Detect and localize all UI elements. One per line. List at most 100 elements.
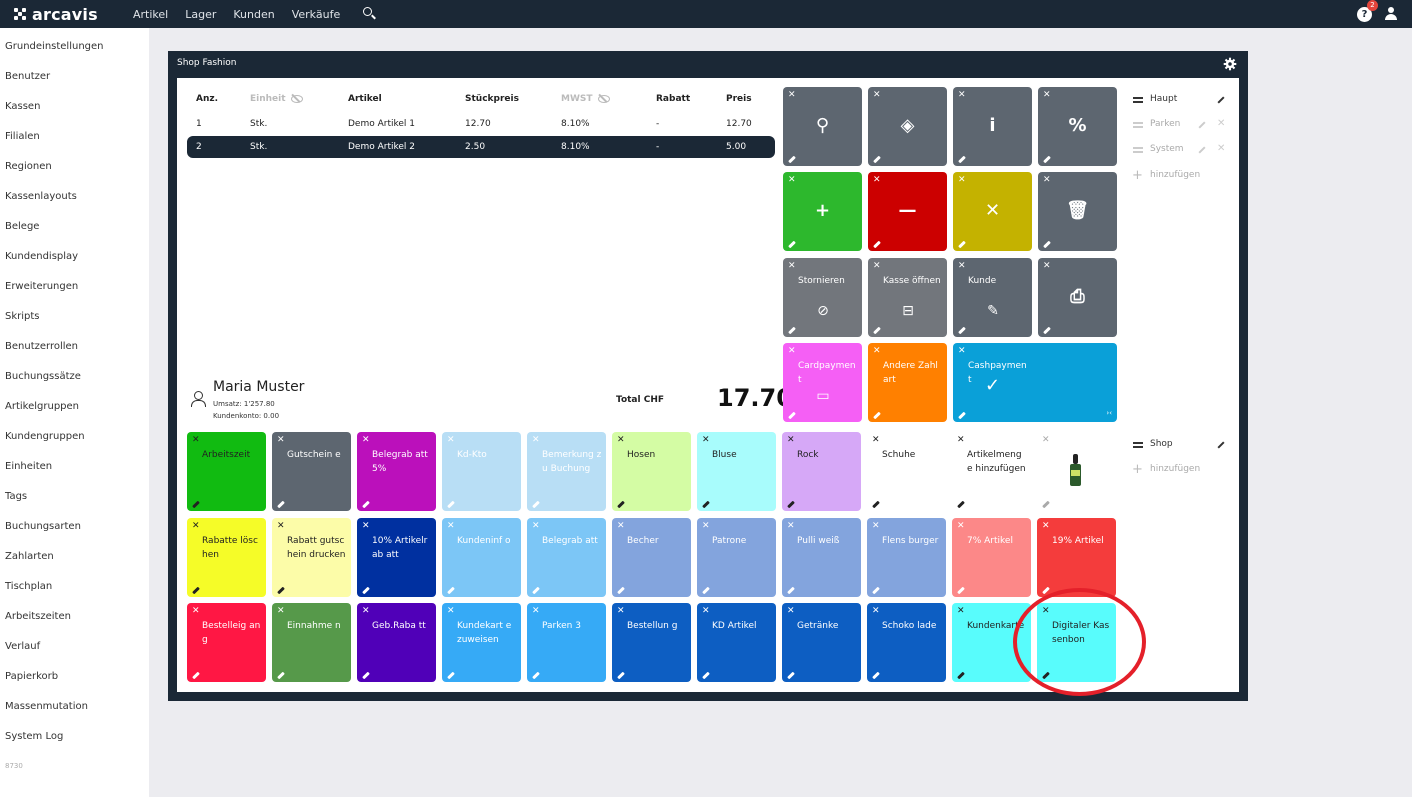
close-icon[interactable]: ✕ xyxy=(957,435,965,445)
pencil-icon[interactable] xyxy=(958,155,966,164)
function-tile[interactable]: ✕ Kasse öffnen ⊟ xyxy=(868,258,947,337)
close-icon[interactable]: ✕ xyxy=(532,606,540,616)
pencil-icon[interactable] xyxy=(1217,96,1225,104)
pencil-icon[interactable] xyxy=(1198,146,1206,154)
close-icon[interactable]: ✕ xyxy=(1042,521,1050,531)
sidebar-item[interactable]: Belege xyxy=(5,220,39,234)
table-row-selected[interactable]: 2 Stk. Demo Artikel 2 2.50 8.10% - 5.00 xyxy=(187,136,775,158)
close-icon[interactable]: ✕ xyxy=(447,606,455,616)
customer-icon[interactable] xyxy=(191,391,206,407)
user-icon[interactable] xyxy=(1384,7,1398,21)
pencil-icon[interactable] xyxy=(872,586,880,595)
eye-slash-icon[interactable] xyxy=(597,94,611,103)
close-icon[interactable]: ✕ xyxy=(192,435,200,445)
close-icon[interactable]: ✕ xyxy=(1043,261,1051,271)
article-tile[interactable]: ✕ Geb.Raba tt xyxy=(357,603,436,682)
article-tile[interactable]: ✕ Patrone xyxy=(697,518,776,597)
article-tile[interactable]: ✕ Kundekart e zuweisen xyxy=(442,603,521,682)
category-item[interactable]: Haupt xyxy=(1150,94,1177,104)
pencil-icon[interactable] xyxy=(957,500,965,509)
sidebar-item[interactable]: Tags xyxy=(5,490,27,504)
article-tile[interactable]: ✕ Flens burger xyxy=(867,518,946,597)
close-icon[interactable]: ✕ xyxy=(1042,435,1050,445)
function-tile[interactable]: ✕% xyxy=(1038,87,1117,166)
pencil-icon[interactable] xyxy=(788,326,796,335)
sidebar-item[interactable]: Kundengruppen xyxy=(5,430,85,444)
function-tile[interactable]: ✕ Andere Zahlart xyxy=(868,343,947,422)
sidebar-item[interactable]: Tischplan xyxy=(5,580,52,594)
article-tile[interactable]: ✕ Rabatt gutschein drucken xyxy=(272,518,351,597)
drag-handle-icon[interactable] xyxy=(1133,122,1143,128)
sidebar-item[interactable]: Kundendisplay xyxy=(5,250,78,264)
article-tile[interactable]: ✕ Schoko lade xyxy=(867,603,946,682)
pencil-icon[interactable] xyxy=(788,411,796,420)
search-icon[interactable] xyxy=(363,7,377,21)
article-tile[interactable]: ✕ Artikelmenge hinzufügen xyxy=(952,432,1031,511)
pencil-icon[interactable] xyxy=(957,671,965,680)
gear-icon[interactable] xyxy=(1223,57,1237,71)
pencil-icon[interactable] xyxy=(192,671,200,680)
pencil-icon[interactable] xyxy=(702,500,710,509)
sidebar-item[interactable]: Papierkorb xyxy=(5,670,58,684)
function-tile[interactable]: ✕ 🗑 xyxy=(1038,172,1117,251)
close-icon[interactable]: ✕ xyxy=(788,175,796,185)
category-item[interactable]: Parken xyxy=(1150,119,1180,129)
close-icon[interactable]: ✕ xyxy=(787,435,795,445)
close-icon[interactable]: ✕ xyxy=(447,435,455,445)
drag-handle-icon[interactable] xyxy=(1133,97,1143,103)
sidebar-item[interactable]: Einheiten xyxy=(5,460,52,474)
article-tile[interactable]: ✕ KD Artikel xyxy=(697,603,776,682)
pencil-icon[interactable] xyxy=(532,671,540,680)
pencil-icon[interactable] xyxy=(1217,441,1225,449)
fullscreen-icon[interactable]: ›‹ xyxy=(1106,409,1112,417)
article-tile[interactable]: ✕ Belegrab att 5% xyxy=(357,432,436,511)
article-tile[interactable]: ✕ Belegrab att xyxy=(527,518,606,597)
pencil-icon[interactable] xyxy=(532,586,540,595)
close-icon[interactable]: ✕ xyxy=(192,606,200,616)
article-tile[interactable]: ✕ Rabatte löschen xyxy=(187,518,266,597)
pencil-icon[interactable] xyxy=(787,500,795,509)
close-icon[interactable]: ✕ xyxy=(362,606,370,616)
close-icon[interactable]: ✕ xyxy=(702,606,710,616)
article-tile[interactable]: ✕ Parken 3 xyxy=(527,603,606,682)
function-tile[interactable]: ✕ + xyxy=(783,172,862,251)
pencil-icon[interactable] xyxy=(277,586,285,595)
category-item[interactable]: System xyxy=(1150,144,1184,154)
sidebar-item[interactable]: Massenmutation xyxy=(5,700,88,714)
close-icon[interactable]: ✕ xyxy=(192,521,200,531)
pencil-icon[interactable] xyxy=(873,326,881,335)
function-tile[interactable]: ✕ ◈ xyxy=(868,87,947,166)
article-tile[interactable]: ✕ Kundeninf o xyxy=(442,518,521,597)
pencil-icon[interactable] xyxy=(447,671,455,680)
nav-lager[interactable]: Lager xyxy=(185,8,216,21)
close-icon[interactable]: ✕ xyxy=(957,606,965,616)
sidebar-item[interactable]: Buchungssätze xyxy=(5,370,81,384)
sidebar-item[interactable]: Zahlarten xyxy=(5,550,54,564)
pencil-icon[interactable] xyxy=(1042,671,1050,680)
sidebar-item[interactable]: Benutzerrollen xyxy=(5,340,78,354)
close-icon[interactable]: ✕ xyxy=(788,261,796,271)
sidebar-item[interactable]: Benutzer xyxy=(5,70,50,84)
drag-handle-icon[interactable] xyxy=(1133,442,1143,448)
pencil-icon[interactable] xyxy=(787,586,795,595)
sidebar-item[interactable]: Verlauf xyxy=(5,640,40,654)
article-tile[interactable]: ✕ Bluse xyxy=(697,432,776,511)
article-tile[interactable]: ✕ Getränke xyxy=(782,603,861,682)
function-tile[interactable]: ✕ — xyxy=(868,172,947,251)
sidebar-item[interactable]: Kassenlayouts xyxy=(5,190,77,204)
pencil-icon[interactable] xyxy=(958,411,966,420)
article-tile[interactable]: ✕ Rock xyxy=(782,432,861,511)
pencil-icon[interactable] xyxy=(872,500,880,509)
plus-icon[interactable]: + xyxy=(1132,169,1143,182)
pencil-icon[interactable] xyxy=(192,586,200,595)
pencil-icon[interactable] xyxy=(873,240,881,249)
article-tile[interactable]: ✕ 7% Artikel xyxy=(952,518,1031,597)
close-icon[interactable]: ✕ xyxy=(277,521,285,531)
article-tile[interactable]: ✕ Digitaler Kassenbon xyxy=(1037,603,1116,682)
close-icon[interactable]: ✕ xyxy=(958,346,966,356)
close-icon[interactable]: ✕ xyxy=(788,90,796,100)
article-tile[interactable]: ✕ Arbeitszeit xyxy=(187,432,266,511)
sidebar-item[interactable]: Erweiterungen xyxy=(5,280,78,294)
close-icon[interactable]: ✕ xyxy=(532,435,540,445)
app-logo[interactable]: arcavis xyxy=(14,4,98,24)
